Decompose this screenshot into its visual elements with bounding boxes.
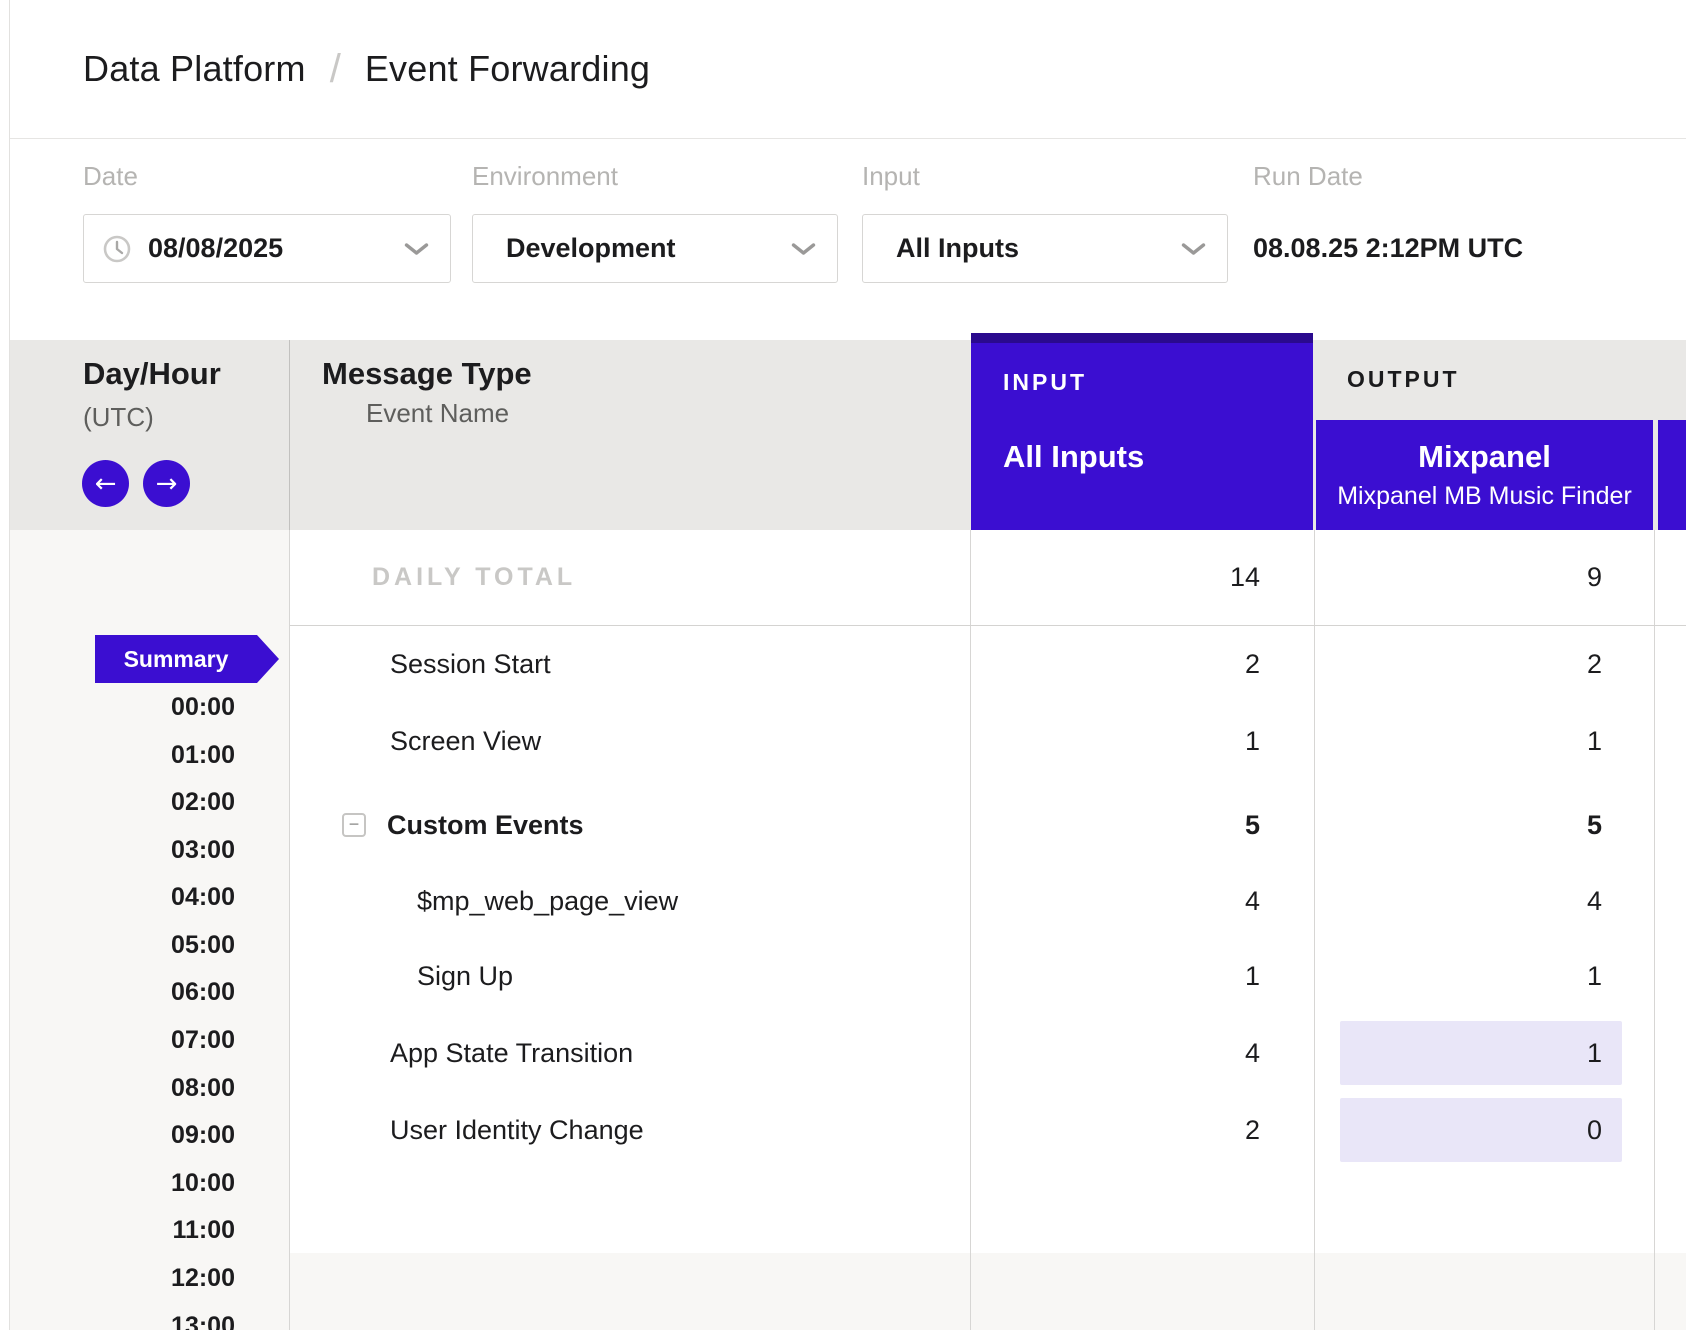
- daily-total-label: DAILY TOTAL: [372, 530, 576, 625]
- collapse-icon[interactable]: −: [342, 813, 366, 837]
- hour-row-label[interactable]: 01:00: [0, 740, 235, 770]
- hour-row-label[interactable]: 04:00: [0, 882, 235, 912]
- row-label: Custom Events: [387, 787, 584, 863]
- row-label: $mp_web_page_view: [417, 863, 678, 939]
- next-day-button[interactable]: →: [143, 460, 190, 507]
- breadcrumb: Data Platform / Event Forwarding: [10, 0, 1686, 139]
- date-value: 08/08/2025: [148, 233, 283, 264]
- hour-row-label[interactable]: 00:00: [0, 692, 235, 722]
- hour-row-label[interactable]: 08:00: [0, 1073, 235, 1103]
- date-dropdown[interactable]: 08/08/2025: [83, 214, 451, 283]
- daily-total-row: DAILY TOTAL 14 9: [0, 530, 1686, 625]
- date-filter-label: Date: [83, 161, 138, 192]
- output-column-header: Mixpanel Mixpanel MB Music Finder: [1316, 420, 1653, 530]
- hour-row-label[interactable]: 03:00: [0, 835, 235, 865]
- run-date-value: 08.08.25 2:12PM UTC: [1253, 233, 1523, 264]
- event-name-subtitle: Event Name: [366, 398, 509, 429]
- rail-separator-line: [289, 340, 290, 530]
- input-column-accent-strip: [971, 333, 1313, 343]
- next-output-column-partial: [1658, 420, 1686, 530]
- chevron-down-icon: [1181, 242, 1206, 255]
- hour-row-label[interactable]: 06:00: [0, 977, 235, 1007]
- table-row: $mp_web_page_view 4 4: [0, 863, 1686, 939]
- input-dropdown[interactable]: All Inputs: [862, 214, 1228, 283]
- hour-row-label[interactable]: 05:00: [0, 930, 235, 960]
- table-footer-area: [290, 1253, 1686, 1330]
- input-column-name: All Inputs: [1003, 439, 1144, 475]
- row-input-value: 4: [1245, 1015, 1260, 1091]
- row-input-value: 2: [1245, 1092, 1260, 1168]
- day-hour-header: Day/Hour: [83, 356, 221, 392]
- hour-row-label[interactable]: 12:00: [0, 1263, 235, 1293]
- output-column-name: Mixpanel: [1418, 439, 1551, 475]
- summary-badge-arrow: [257, 635, 279, 683]
- row-input-value: 4: [1245, 863, 1260, 939]
- row-output-value: 2: [1587, 626, 1602, 702]
- output-column-subname: Mixpanel MB Music Finder: [1337, 482, 1632, 511]
- input-filter-label: Input: [862, 161, 920, 192]
- row-label: Session Start: [390, 626, 551, 702]
- hour-row-label[interactable]: 11:00: [0, 1215, 235, 1245]
- row-input-value: 5: [1245, 787, 1260, 863]
- table-row: User Identity Change 2 0: [0, 1092, 1686, 1168]
- row-output-value: 1: [1587, 1015, 1602, 1091]
- chevron-down-icon: [404, 242, 429, 255]
- environment-value: Development: [506, 233, 676, 264]
- row-input-value: 2: [1245, 626, 1260, 702]
- output-group-label: OUTPUT: [1347, 366, 1460, 393]
- page-title: Event Forwarding: [365, 48, 650, 90]
- daily-total-output-value: 9: [1587, 530, 1602, 625]
- arrow-right-icon: →: [156, 471, 178, 497]
- table-row: − Custom Events 5 5: [0, 787, 1686, 863]
- hour-row-label[interactable]: 09:00: [0, 1120, 235, 1150]
- message-type-header: Message Type: [322, 356, 532, 392]
- table-row: Sign Up 1 1: [0, 938, 1686, 1014]
- output-highlight: [1340, 1021, 1622, 1085]
- table-row: Screen View 1 1: [0, 703, 1686, 779]
- environment-dropdown[interactable]: Development: [472, 214, 838, 283]
- summary-label: Summary: [124, 646, 229, 673]
- previous-day-button[interactable]: ←: [82, 460, 129, 507]
- row-input-value: 1: [1245, 938, 1260, 1014]
- chevron-down-icon: [791, 242, 816, 255]
- row-output-value: 1: [1587, 703, 1602, 779]
- hour-row-label[interactable]: 13:00: [0, 1311, 235, 1330]
- row-label: Sign Up: [417, 938, 513, 1014]
- environment-filter-label: Environment: [472, 161, 618, 192]
- row-input-value: 1: [1245, 703, 1260, 779]
- arrow-left-icon: ←: [95, 471, 117, 497]
- row-output-value: 0: [1587, 1092, 1602, 1168]
- row-output-value: 5: [1587, 787, 1602, 863]
- row-label: App State Transition: [390, 1015, 633, 1091]
- breadcrumb-separator: /: [330, 47, 341, 92]
- day-hour-subtitle: (UTC): [83, 402, 154, 433]
- output-highlight: [1340, 1098, 1622, 1162]
- row-label: User Identity Change: [390, 1092, 644, 1168]
- hour-row-label[interactable]: 07:00: [0, 1025, 235, 1055]
- run-date-label: Run Date: [1253, 161, 1363, 192]
- table-row: App State Transition 4 1: [0, 1015, 1686, 1091]
- daily-total-input-value: 14: [1230, 530, 1260, 625]
- row-output-value: 1: [1587, 938, 1602, 1014]
- event-forwarding-page: Data Platform / Event Forwarding Date 08…: [0, 0, 1686, 1330]
- hour-row-label[interactable]: 10:00: [0, 1168, 235, 1198]
- input-group-label: INPUT: [1003, 369, 1087, 396]
- input-column-header: INPUT All Inputs: [971, 333, 1313, 530]
- row-output-value: 4: [1587, 863, 1602, 939]
- clock-icon: [102, 234, 132, 264]
- summary-badge[interactable]: Summary: [95, 635, 257, 683]
- input-value: All Inputs: [896, 233, 1019, 264]
- hour-row-label[interactable]: 02:00: [0, 787, 235, 817]
- breadcrumb-section[interactable]: Data Platform: [83, 48, 306, 90]
- row-label: Screen View: [390, 703, 541, 779]
- minus-glyph: −: [349, 815, 360, 833]
